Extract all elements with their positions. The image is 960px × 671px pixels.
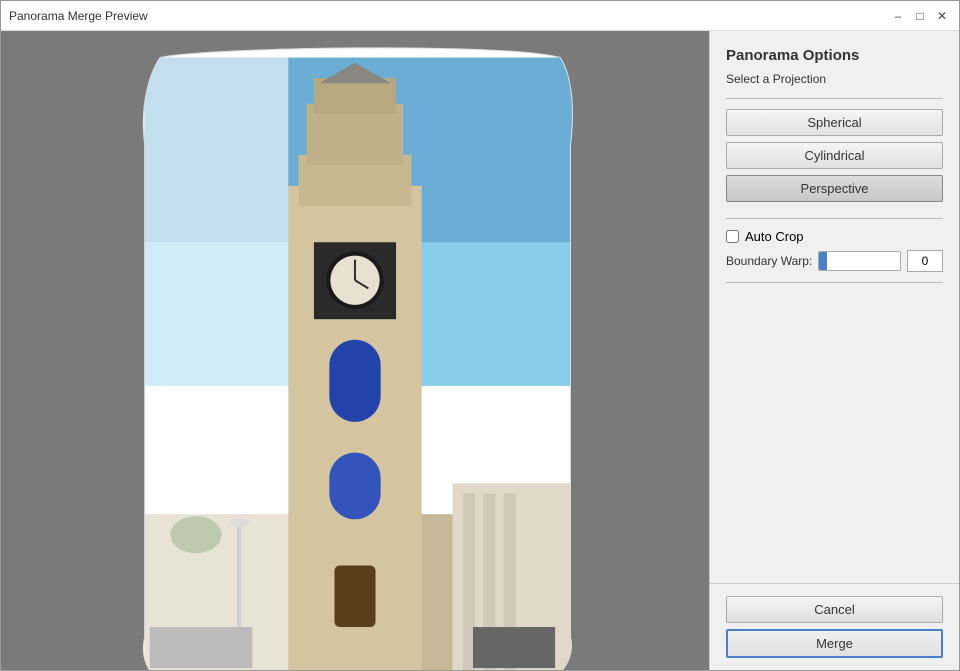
auto-crop-label: Auto Crop <box>745 229 804 244</box>
panel-subtitle: Select a Projection <box>726 72 943 86</box>
options-footer: Cancel Merge <box>710 583 959 670</box>
merge-button[interactable]: Merge <box>726 629 943 658</box>
minimize-button[interactable]: – <box>889 7 907 25</box>
auto-crop-row: Auto Crop <box>726 229 943 244</box>
auto-crop-checkbox[interactable] <box>726 230 739 243</box>
spherical-button[interactable]: Spherical <box>726 109 943 136</box>
boundary-warp-slider-container[interactable] <box>818 251 901 271</box>
content-area: Panorama Options Select a Projection Sph… <box>1 31 959 670</box>
perspective-button[interactable]: Perspective <box>726 175 943 202</box>
cancel-button[interactable]: Cancel <box>726 596 943 623</box>
window-title: Panorama Merge Preview <box>9 9 148 23</box>
main-window: Panorama Merge Preview – □ ✕ <box>0 0 960 671</box>
preview-panel <box>1 31 709 670</box>
panel-title: Panorama Options <box>726 47 943 64</box>
preview-image <box>1 31 709 670</box>
close-button[interactable]: ✕ <box>933 7 951 25</box>
boundary-warp-label: Boundary Warp: <box>726 254 812 268</box>
cylindrical-button[interactable]: Cylindrical <box>726 142 943 169</box>
window-controls: – □ ✕ <box>889 7 951 25</box>
boundary-warp-row: Boundary Warp: <box>726 250 943 272</box>
divider-1 <box>726 98 943 99</box>
title-bar: Panorama Merge Preview – □ ✕ <box>1 1 959 31</box>
divider-2 <box>726 218 943 219</box>
boundary-warp-value[interactable] <box>907 250 943 272</box>
maximize-button[interactable]: □ <box>911 7 929 25</box>
options-panel: Panorama Options Select a Projection Sph… <box>709 31 959 670</box>
divider-3 <box>726 282 943 283</box>
